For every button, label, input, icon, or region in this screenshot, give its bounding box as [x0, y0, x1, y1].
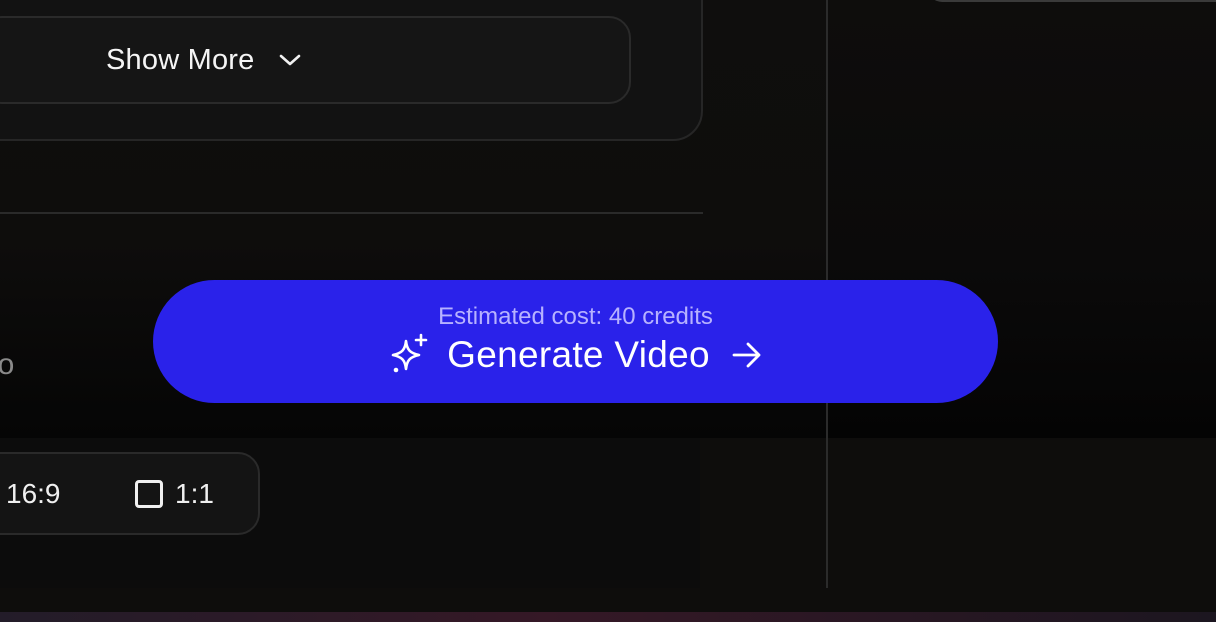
aspect-option-label: 16:9: [6, 478, 61, 509]
show-more-label: Show More: [106, 43, 255, 76]
estimated-cost-text: Estimated cost: 40 credits: [438, 302, 713, 330]
section-divider: [0, 212, 703, 214]
preview-thumbnail[interactable]: [928, 0, 1216, 2]
aspect-ratio-label: atio: [0, 348, 15, 381]
show-more-button[interactable]: Show More: [0, 16, 631, 104]
chevron-down-icon: [278, 52, 302, 68]
aspect-option-label: 1:1: [175, 478, 214, 509]
bottom-gradient-strip: [0, 612, 1216, 622]
aspect-option-1-1[interactable]: 1:1: [135, 474, 214, 514]
generate-video-button[interactable]: Estimated cost: 40 credits Generate Vide…: [153, 280, 998, 403]
aspect-option-16-9[interactable]: 16:9: [6, 474, 61, 514]
generate-video-label: Generate Video: [447, 333, 710, 375]
generate-label-row: Generate Video: [387, 333, 764, 377]
app-root: Show More atio 16:9 1:1 Estimated cost: …: [0, 0, 1216, 622]
square-icon: [135, 480, 163, 508]
arrow-right-icon: [730, 340, 764, 370]
sparkles-icon: [387, 333, 431, 377]
